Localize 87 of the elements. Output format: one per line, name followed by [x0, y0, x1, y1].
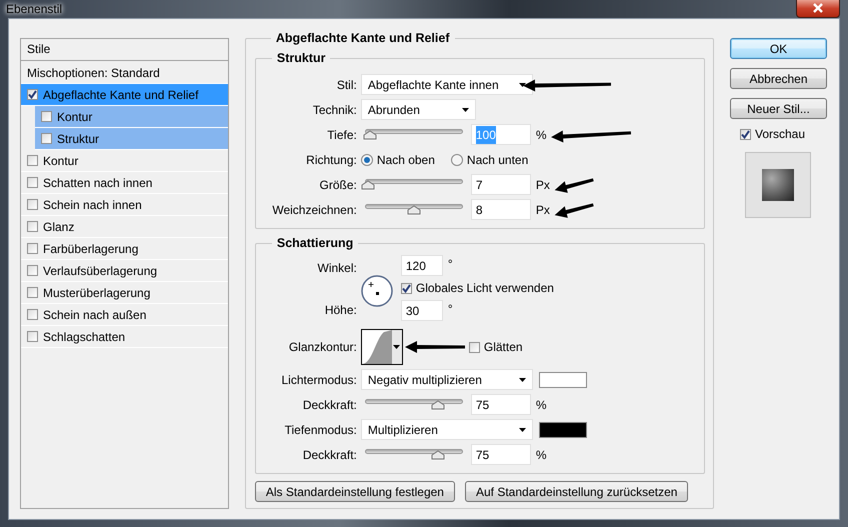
default-button[interactable]: Auf Standardeinstellung zurücksetzen: [464, 481, 688, 502]
caret-icon: [518, 82, 526, 86]
window-title: Ebenenstil: [6, 1, 62, 18]
close-button[interactable]: [796, 0, 840, 18]
field-label: Glanzkontur:: [288, 339, 358, 356]
style-list-item[interactable]: Schein nach außen: [21, 304, 228, 326]
radio-label[interactable]: Nach oben: [376, 150, 435, 168]
section-title: Abgeflachte Kante und Relief: [270, 30, 454, 46]
radio-label[interactable]: Nach unten: [466, 150, 528, 168]
default-button[interactable]: Als Standardeinstellung festlegen: [254, 481, 455, 502]
radio-button[interactable]: [450, 154, 463, 166]
caret-icon: [518, 378, 526, 382]
unit-label: Px: [534, 202, 550, 218]
checkbox[interactable]: [27, 155, 38, 166]
dropdown[interactable]: Multiplizieren: [360, 419, 533, 440]
checkbox[interactable]: [27, 309, 38, 320]
checkbox[interactable]: [27, 243, 38, 254]
color-swatch[interactable]: [538, 422, 587, 438]
unit-label: °: [446, 301, 453, 318]
number-field[interactable]: 120: [400, 255, 443, 276]
checkbox[interactable]: [27, 89, 38, 100]
checkbox[interactable]: [468, 342, 480, 352]
unit-label: %: [534, 126, 547, 144]
checkbox[interactable]: [27, 177, 38, 188]
caret-icon: [393, 345, 400, 349]
checkbox-label[interactable]: Globales Licht verwenden: [416, 279, 554, 297]
color-swatch[interactable]: [538, 372, 587, 388]
preview-thumbnail: [745, 152, 811, 218]
field-label: Tiefenmodus:: [284, 422, 358, 438]
checkbox[interactable]: [400, 282, 412, 294]
style-list-item[interactable]: Abgeflachte Kante und Relief: [21, 84, 228, 106]
style-list-item[interactable]: Kontur: [35, 106, 228, 128]
style-list-item[interactable]: Farbüberlagerung: [21, 238, 228, 260]
style-list-item[interactable]: Struktur: [35, 128, 228, 150]
checkbox[interactable]: [740, 128, 751, 140]
checkbox[interactable]: [27, 265, 38, 276]
slider-thumb[interactable]: [360, 180, 375, 190]
field-label: Deckkraft:: [302, 446, 358, 464]
number-field[interactable]: 8: [470, 199, 531, 220]
field-label: Deckkraft:: [302, 396, 358, 414]
field-label: Weichzeichnen:: [271, 202, 358, 218]
radio-button[interactable]: [360, 154, 373, 166]
contour-picker[interactable]: [360, 329, 403, 365]
style-list-item[interactable]: Musterüberlagerung: [21, 282, 228, 304]
dropdown[interactable]: Abgeflachte Kante innen: [360, 74, 533, 95]
field-label: Stil:: [336, 76, 358, 94]
field-label: Winkel:: [316, 260, 358, 277]
dialog-button[interactable]: OK: [730, 38, 827, 59]
contour-icon: [362, 330, 392, 364]
dialog-button[interactable]: Neuer Stil...: [730, 98, 827, 119]
field-label: Technik:: [312, 102, 358, 118]
group-title: Schattierung: [272, 235, 358, 251]
checkbox-label[interactable]: Glätten: [484, 338, 523, 356]
checkbox[interactable]: [27, 287, 38, 298]
list-header: Stile: [21, 39, 228, 61]
style-list-item[interactable]: Verlaufsüberlagerung: [21, 260, 228, 282]
dropdown[interactable]: Negativ multiplizieren: [360, 369, 533, 390]
field-label: Richtung:: [305, 152, 358, 168]
unit-label: °: [446, 256, 453, 273]
field-label: Tiefe:: [326, 126, 358, 144]
caret-icon: [518, 428, 526, 432]
field-label: Höhe:: [324, 302, 358, 319]
field-label: Größe:: [318, 176, 358, 194]
unit-label: %: [534, 446, 547, 464]
style-list-item[interactable]: Schlagschatten: [21, 326, 228, 348]
number-field[interactable]: 75: [470, 444, 531, 465]
checkbox[interactable]: [41, 111, 52, 122]
number-field[interactable]: 30: [400, 300, 443, 321]
close-icon: [812, 3, 824, 13]
number-field[interactable]: 7: [470, 174, 531, 195]
checkbox-label[interactable]: Vorschau: [755, 125, 806, 143]
dialog-button[interactable]: Abbrechen: [730, 68, 827, 89]
style-list-item[interactable]: Kontur: [21, 150, 228, 172]
checkbox[interactable]: [27, 199, 38, 210]
unit-label: Px: [534, 176, 550, 194]
number-field[interactable]: 75: [470, 394, 531, 415]
style-list-item[interactable]: Schein nach innen: [21, 194, 228, 216]
checkbox[interactable]: [27, 221, 38, 232]
checkbox[interactable]: [27, 331, 38, 342]
field-label: Lichtermodus:: [280, 372, 358, 388]
unit-label: %: [534, 396, 547, 414]
style-list-item[interactable]: Schatten nach innen: [21, 172, 228, 194]
angle-dial[interactable]: [360, 275, 393, 307]
checkbox[interactable]: [41, 133, 52, 144]
caret-icon: [462, 108, 469, 112]
dropdown[interactable]: Abrunden: [360, 99, 476, 120]
style-list-item[interactable]: Glanz: [21, 216, 228, 238]
